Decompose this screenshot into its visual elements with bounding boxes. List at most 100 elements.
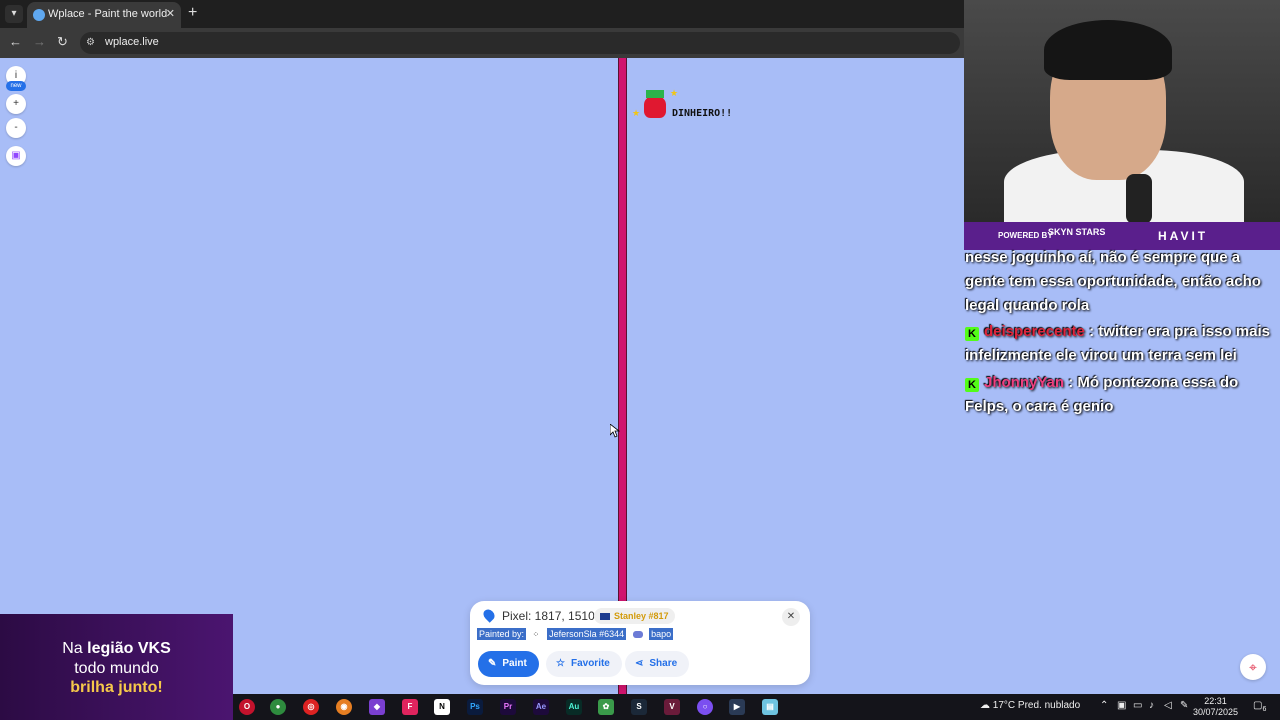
notion-icon[interactable]: N [434,699,450,715]
weather-text: 17°C Pred. nublado [992,700,1081,711]
tab-title: Wplace - Paint the world [48,8,168,20]
chat-username: JhonnyYan [984,374,1065,391]
premiere-icon[interactable]: Pr [500,699,516,715]
screen: ▾ Wplace - Paint the world ✕ + ← → ↻ ⚙ w… [0,0,1280,720]
painted-line [618,58,627,694]
back-icon[interactable]: ← [9,34,22,49]
after-effects-icon[interactable]: Ae [533,699,549,715]
crab-drawing [644,96,666,118]
weather-widget[interactable]: ☁ 17°C Pred. nublado [980,700,1080,711]
reload-icon[interactable]: ↻ [57,34,68,50]
powered-by-label: POWERED BY [998,231,1053,240]
popup-close-button[interactable]: ✕ [782,608,800,626]
flag-icon [600,613,610,621]
artwork-text: DINHEIRO!! [672,108,733,119]
network-icon[interactable]: ▭ [1133,700,1142,711]
browser-tab-bar: ▾ Wplace - Paint the world ✕ + [0,0,964,28]
volume-icon[interactable]: ◁ [1164,700,1172,711]
chat-message: Kdeisperecente : twitter era pra isso ma… [965,320,1275,368]
pixel-info-popup: Pixel: 1817, 1510 Stanley #817 ✕ Painted… [470,601,810,685]
favorite-label: Favorite [570,658,610,669]
pixel-coordinates: Pixel: 1817, 1510 [502,609,595,623]
zoom-in-button[interactable]: + [6,94,26,114]
discord-icon [632,631,643,639]
crosshair-icon: ⌖ [1249,659,1257,675]
tray-chevron-icon[interactable]: ⌃ [1100,700,1108,711]
share-button[interactable]: ⋖ Share [625,651,690,677]
locate-button[interactable]: ⌖ [1240,654,1266,680]
blender-icon[interactable]: ◉ [336,699,352,715]
painter-name[interactable]: JefersonSla #6344 [547,628,627,640]
zoom-out-button[interactable]: - [6,118,26,138]
pencil-icon: ✎ [488,658,497,669]
app-icon[interactable]: ◆ [369,699,385,715]
cloud-icon: ☁ [980,700,993,711]
audition-icon[interactable]: Au [566,699,582,715]
alliance-badge: Stanley #817 [594,608,675,624]
chat-message: nesse joguinho aí, não é sempre que a ge… [965,246,1275,318]
app-icon[interactable]: ▶ [729,699,745,715]
tab-search-button[interactable]: ▾ [5,5,23,23]
paint-label: Paint [502,658,527,669]
opera-icon[interactable]: O [239,699,255,715]
new-badge: new [6,81,26,91]
app-icon[interactable]: ▤ [762,699,778,715]
hat-drawing [646,90,664,98]
promo-line-1: Na legião VKS [0,640,233,658]
paint-button[interactable]: ✎ Paint [478,651,539,677]
sponsor-logo-1: SKYN STARS [1048,227,1106,237]
site-info-icon[interactable]: ⚙ [86,37,98,49]
painted-by-label: Painted by: [477,628,527,640]
map-pin-icon [481,607,497,623]
pen-icon[interactable]: ✎ [1180,700,1188,711]
promo-line-1-prefix: Na [62,640,88,657]
app-icon[interactable]: ✿ [598,699,614,715]
figma-icon[interactable]: F [402,699,418,715]
info-icon: i [14,70,18,81]
share-label: Share [649,658,678,669]
share-icon: ⋖ [635,658,644,669]
painter-alliance: bapo [649,628,674,640]
forward-icon[interactable]: → [33,34,46,49]
globe-icon [33,9,45,21]
twitch-icon: ▣ [11,150,21,161]
steam-icon[interactable]: S [631,699,647,715]
app-icon[interactable]: V [664,699,680,715]
map-canvas[interactable]: i new + - ▣ ★ ★ DINHEIRO!! ⌖ [0,58,1266,694]
promo-line-3: brilha junto! [70,679,163,696]
star-icon: ★ [632,108,641,118]
mic-icon[interactable]: ♪ [1149,700,1154,711]
browser-tab[interactable]: Wplace - Paint the world ✕ [27,2,181,28]
windows-taskbar: O ● ◎ ◉ ◆ F N Ps Pr Ae Au ✿ S V ○ ▶ ▤ ☁ … [233,694,1280,720]
app-icon[interactable]: ◎ [303,699,319,715]
clock-time: 22:31 [1204,696,1227,706]
mouse-cursor [610,424,620,438]
close-tab-icon[interactable]: ✕ [166,7,175,20]
url-input[interactable]: ⚙ wplace.live [80,32,960,54]
plus-icon: + [13,98,19,109]
clock-date: 30/07/2025 [1193,707,1239,717]
minus-icon: - [14,122,18,133]
new-tab-button[interactable]: + [188,4,197,22]
webcam-feed [964,0,1280,222]
streamer-beanie [1044,20,1172,80]
chrome-icon[interactable]: ● [270,699,286,715]
notifications-button[interactable]: ▢6 [1253,700,1266,713]
favorite-button[interactable]: ☆ Favorite [546,651,622,677]
url-text: wplace.live [105,36,159,48]
star-icon: ★ [670,88,679,98]
twitch-button[interactable]: ▣ [6,146,26,166]
chat-message-text: nesse joguinho aí, não é sempre que a ge… [965,249,1261,314]
microphone [1126,174,1152,222]
stream-chat: nesse joguinho aí, não é sempre que a ge… [964,249,1280,450]
chat-username: deisperecente [984,323,1085,340]
app-icon[interactable]: ○ [697,699,713,715]
chat-message: K JhonnyYan : Mó pontezona essa do Felps,… [965,371,1275,419]
photoshop-icon[interactable]: Ps [467,699,483,715]
sponsor-logo-2: HAVIT [1158,229,1209,243]
clock[interactable]: 22:31 30/07/2025 [1193,696,1238,718]
notification-count: 6 [1262,706,1267,713]
tray-icon[interactable]: ▣ [1117,700,1126,711]
user-avatar-icon: ⁘ [532,630,540,639]
address-bar-row: ← → ↻ ⚙ wplace.live [0,28,964,58]
